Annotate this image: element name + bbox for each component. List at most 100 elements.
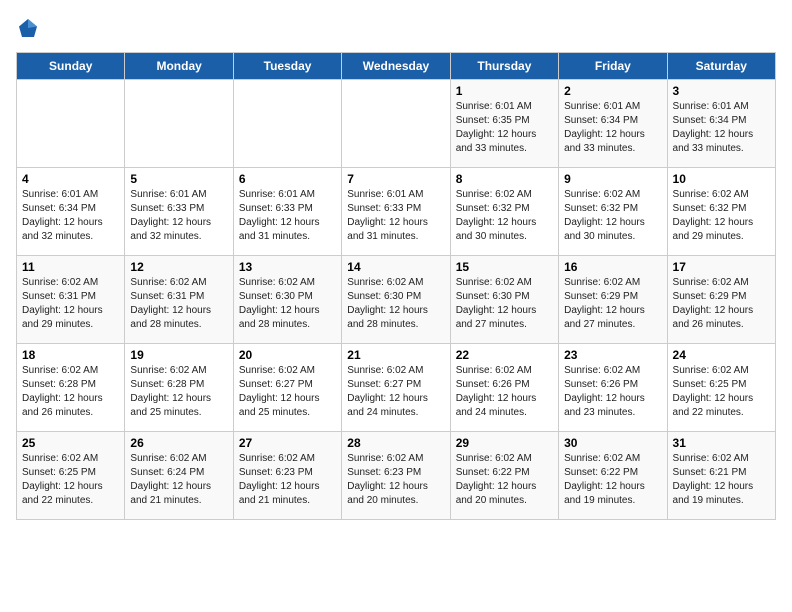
day-number: 24 bbox=[673, 348, 770, 362]
day-info: Sunrise: 6:01 AM Sunset: 6:33 PM Dayligh… bbox=[130, 188, 227, 244]
cell-w4-d1: 18Sunrise: 6:02 AM Sunset: 6:28 PM Dayli… bbox=[17, 344, 125, 432]
day-number: 16 bbox=[564, 260, 661, 274]
day-number: 14 bbox=[347, 260, 444, 274]
calendar-body: 1Sunrise: 6:01 AM Sunset: 6:35 PM Daylig… bbox=[17, 80, 776, 520]
header-thursday: Thursday bbox=[450, 53, 558, 80]
cell-w5-d4: 28 Sunrise: 6:02 AM Sunset: 6:23 PM Dayli… bbox=[342, 432, 450, 520]
day-info: Sunrise: 6:02 AM Sunset: 6:32 PM Dayligh… bbox=[456, 188, 553, 244]
day-info: Sunrise: 6:02 AM Sunset: 6:27 PM Dayligh… bbox=[347, 364, 444, 420]
cell-w3-d4: 14 Sunrise: 6:02 AM Sunset: 6:30 PM Dayli… bbox=[342, 256, 450, 344]
day-number: 3 bbox=[673, 84, 770, 98]
day-number: 2 bbox=[564, 84, 661, 98]
header-friday: Friday bbox=[559, 53, 667, 80]
cell-w5-d2: 26 Sunrise: 6:02 AM Sunset: 6:24 PM Dayli… bbox=[125, 432, 233, 520]
cell-w4-d5: 22Sunrise: 6:02 AM Sunset: 6:26 PM Dayli… bbox=[450, 344, 558, 432]
day-number: 15 bbox=[456, 260, 553, 274]
cell-w3-d3: 13 Sunrise: 6:02 AM Sunset: 6:30 PM Dayli… bbox=[233, 256, 341, 344]
cell-w2-d4: 7Sunrise: 6:01 AM Sunset: 6:33 PM Daylig… bbox=[342, 168, 450, 256]
day-info: Sunrise: 6:02 AM Sunset: 6:30 PM Dayligh… bbox=[456, 276, 553, 332]
day-info: Sunrise: 6:02 AM Sunset: 6:30 PM Dayligh… bbox=[239, 276, 336, 332]
day-number: 19 bbox=[130, 348, 227, 362]
day-info: Sunrise: 6:02 AM Sunset: 6:26 PM Dayligh… bbox=[564, 364, 661, 420]
cell-w3-d1: 11 Sunrise: 6:02 AM Sunset: 6:31 PM Dayli… bbox=[17, 256, 125, 344]
day-number: 4 bbox=[22, 172, 119, 186]
cell-w5-d7: 31 Sunrise: 6:02 AM Sunset: 6:21 PM Dayli… bbox=[667, 432, 775, 520]
cell-w3-d6: 16 Sunrise: 6:02 AM Sunset: 6:29 PM Dayli… bbox=[559, 256, 667, 344]
day-number: 20 bbox=[239, 348, 336, 362]
day-info: Sunrise: 6:02 AM Sunset: 6:21 PM Dayligh… bbox=[673, 452, 770, 508]
day-number: 27 bbox=[239, 436, 336, 450]
cell-w1-d4 bbox=[342, 80, 450, 168]
week-row-3: 11 Sunrise: 6:02 AM Sunset: 6:31 PM Dayli… bbox=[17, 256, 776, 344]
day-info: Sunrise: 6:02 AM Sunset: 6:22 PM Dayligh… bbox=[456, 452, 553, 508]
cell-w5-d6: 30Sunrise: 6:02 AM Sunset: 6:22 PM Dayli… bbox=[559, 432, 667, 520]
cell-w1-d3 bbox=[233, 80, 341, 168]
cell-w4-d7: 24Sunrise: 6:02 AM Sunset: 6:25 PM Dayli… bbox=[667, 344, 775, 432]
cell-w5-d1: 25 Sunrise: 6:02 AM Sunset: 6:25 PM Dayli… bbox=[17, 432, 125, 520]
day-number: 18 bbox=[22, 348, 119, 362]
logo bbox=[16, 16, 44, 40]
day-number: 6 bbox=[239, 172, 336, 186]
logo-icon bbox=[16, 16, 40, 40]
day-info: Sunrise: 6:02 AM Sunset: 6:23 PM Dayligh… bbox=[347, 452, 444, 508]
cell-w2-d1: 4 Sunrise: 6:01 AM Sunset: 6:34 PM Daylig… bbox=[17, 168, 125, 256]
cell-w4-d6: 23 Sunrise: 6:02 AM Sunset: 6:26 PM Dayli… bbox=[559, 344, 667, 432]
day-info: Sunrise: 6:02 AM Sunset: 6:28 PM Dayligh… bbox=[130, 364, 227, 420]
day-info: Sunrise: 6:02 AM Sunset: 6:27 PM Dayligh… bbox=[239, 364, 336, 420]
day-info: Sunrise: 6:01 AM Sunset: 6:34 PM Dayligh… bbox=[673, 100, 770, 156]
header-saturday: Saturday bbox=[667, 53, 775, 80]
week-row-2: 4 Sunrise: 6:01 AM Sunset: 6:34 PM Daylig… bbox=[17, 168, 776, 256]
day-info: Sunrise: 6:02 AM Sunset: 6:29 PM Dayligh… bbox=[564, 276, 661, 332]
header-tuesday: Tuesday bbox=[233, 53, 341, 80]
cell-w4-d2: 19 Sunrise: 6:02 AM Sunset: 6:28 PM Dayli… bbox=[125, 344, 233, 432]
day-number: 1 bbox=[456, 84, 553, 98]
week-row-4: 18 Sunrise: 6:02 AM Sunset: 6:28 PM Dayli… bbox=[17, 344, 776, 432]
cell-w2-d2: 5 Sunrise: 6:01 AM Sunset: 6:33 PM Daylig… bbox=[125, 168, 233, 256]
day-number: 13 bbox=[239, 260, 336, 274]
day-info: Sunrise: 6:02 AM Sunset: 6:31 PM Dayligh… bbox=[130, 276, 227, 332]
day-info: Sunrise: 6:01 AM Sunset: 6:34 PM Dayligh… bbox=[22, 188, 119, 244]
day-number: 11 bbox=[22, 260, 119, 274]
day-number: 9 bbox=[564, 172, 661, 186]
day-info: Sunrise: 6:02 AM Sunset: 6:29 PM Dayligh… bbox=[673, 276, 770, 332]
cell-w1-d7: 3 Sunrise: 6:01 AM Sunset: 6:34 PM Daylig… bbox=[667, 80, 775, 168]
day-number: 17 bbox=[673, 260, 770, 274]
cell-w1-d2 bbox=[125, 80, 233, 168]
cell-w2-d5: 8 Sunrise: 6:02 AM Sunset: 6:32 PM Daylig… bbox=[450, 168, 558, 256]
day-number: 12 bbox=[130, 260, 227, 274]
week-row-5: 25 Sunrise: 6:02 AM Sunset: 6:25 PM Dayli… bbox=[17, 432, 776, 520]
header-monday: Monday bbox=[125, 53, 233, 80]
day-number: 23 bbox=[564, 348, 661, 362]
calendar-table: Sunday Monday Tuesday Wednesday Thursday… bbox=[16, 52, 776, 520]
cell-w4-d3: 20 Sunrise: 6:02 AM Sunset: 6:27 PM Dayli… bbox=[233, 344, 341, 432]
day-number: 5 bbox=[130, 172, 227, 186]
day-number: 10 bbox=[673, 172, 770, 186]
day-number: 29 bbox=[456, 436, 553, 450]
cell-w5-d3: 27 Sunrise: 6:02 AM Sunset: 6:23 PM Dayli… bbox=[233, 432, 341, 520]
page-header bbox=[16, 16, 776, 40]
cell-w1-d6: 2 Sunrise: 6:01 AM Sunset: 6:34 PM Daylig… bbox=[559, 80, 667, 168]
day-number: 31 bbox=[673, 436, 770, 450]
day-info: Sunrise: 6:02 AM Sunset: 6:30 PM Dayligh… bbox=[347, 276, 444, 332]
day-info: Sunrise: 6:02 AM Sunset: 6:32 PM Dayligh… bbox=[564, 188, 661, 244]
cell-w3-d2: 12 Sunrise: 6:02 AM Sunset: 6:31 PM Dayli… bbox=[125, 256, 233, 344]
cell-w2-d7: 10Sunrise: 6:02 AM Sunset: 6:32 PM Dayli… bbox=[667, 168, 775, 256]
day-info: Sunrise: 6:02 AM Sunset: 6:31 PM Dayligh… bbox=[22, 276, 119, 332]
day-info: Sunrise: 6:02 AM Sunset: 6:22 PM Dayligh… bbox=[564, 452, 661, 508]
day-number: 26 bbox=[130, 436, 227, 450]
day-number: 22 bbox=[456, 348, 553, 362]
day-number: 8 bbox=[456, 172, 553, 186]
day-info: Sunrise: 6:02 AM Sunset: 6:24 PM Dayligh… bbox=[130, 452, 227, 508]
day-number: 7 bbox=[347, 172, 444, 186]
week-row-1: 1Sunrise: 6:01 AM Sunset: 6:35 PM Daylig… bbox=[17, 80, 776, 168]
day-number: 28 bbox=[347, 436, 444, 450]
cell-w4-d4: 21Sunrise: 6:02 AM Sunset: 6:27 PM Dayli… bbox=[342, 344, 450, 432]
day-info: Sunrise: 6:02 AM Sunset: 6:25 PM Dayligh… bbox=[22, 452, 119, 508]
cell-w1-d5: 1Sunrise: 6:01 AM Sunset: 6:35 PM Daylig… bbox=[450, 80, 558, 168]
day-number: 25 bbox=[22, 436, 119, 450]
cell-w2-d3: 6Sunrise: 6:01 AM Sunset: 6:33 PM Daylig… bbox=[233, 168, 341, 256]
cell-w2-d6: 9 Sunrise: 6:02 AM Sunset: 6:32 PM Daylig… bbox=[559, 168, 667, 256]
day-info: Sunrise: 6:02 AM Sunset: 6:23 PM Dayligh… bbox=[239, 452, 336, 508]
day-info: Sunrise: 6:01 AM Sunset: 6:34 PM Dayligh… bbox=[564, 100, 661, 156]
cell-w3-d7: 17 Sunrise: 6:02 AM Sunset: 6:29 PM Dayli… bbox=[667, 256, 775, 344]
